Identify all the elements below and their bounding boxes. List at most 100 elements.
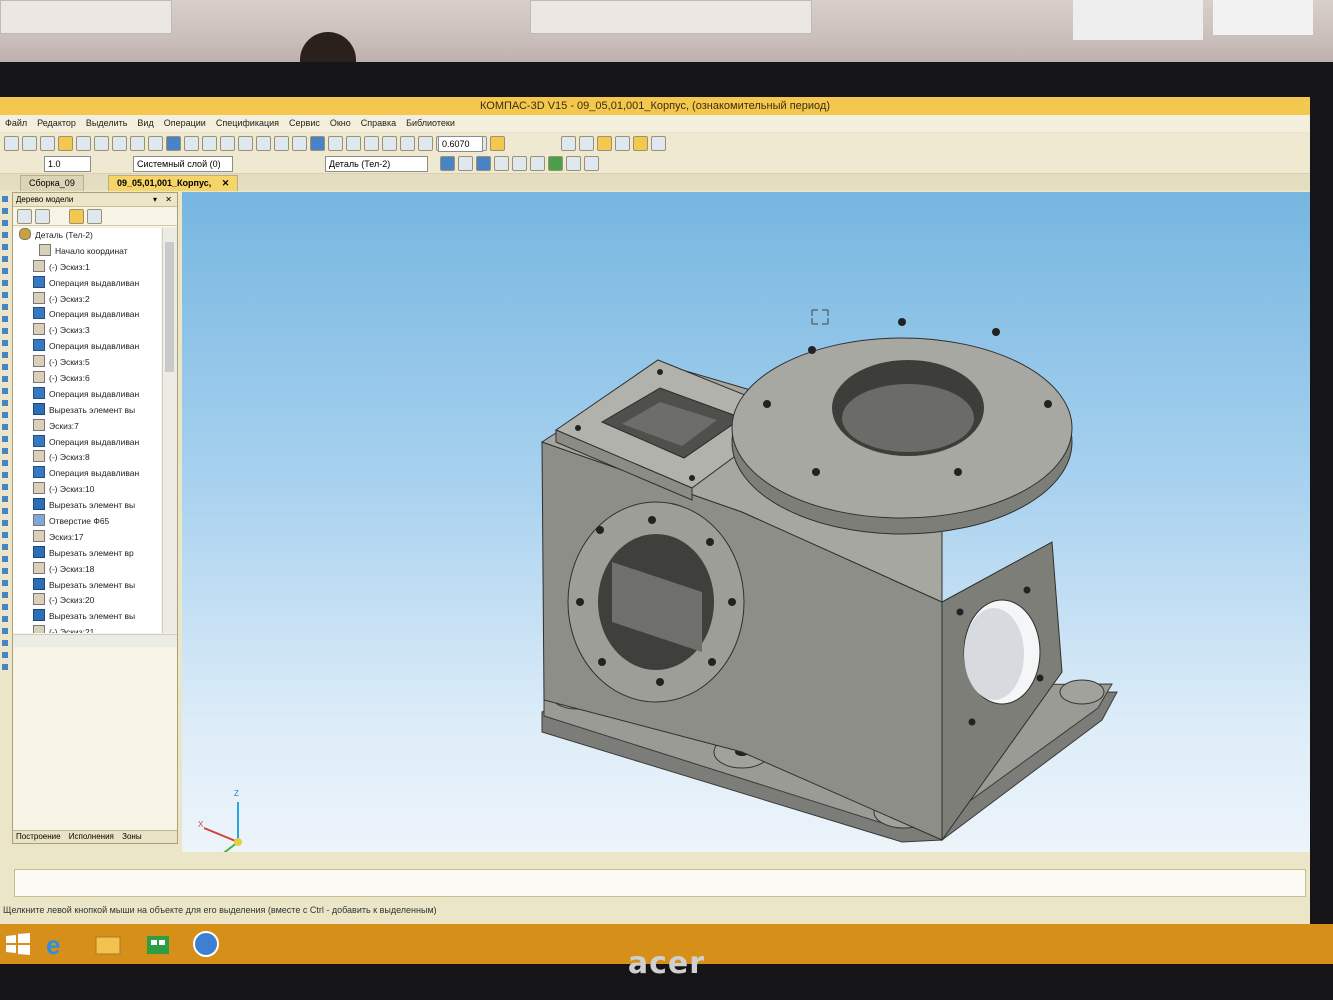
toolbar-button-icon[interactable] xyxy=(292,136,307,151)
toolbar-button-icon[interactable] xyxy=(476,156,491,171)
toolbar-button-icon[interactable] xyxy=(494,156,509,171)
compact-tool-icon[interactable] xyxy=(2,580,8,586)
compact-tool-icon[interactable] xyxy=(2,256,8,262)
toolbar-button-icon[interactable] xyxy=(633,136,648,151)
zoom-combo[interactable]: 0.6070 xyxy=(438,136,483,152)
compact-tool-icon[interactable] xyxy=(2,628,8,634)
tree-filter-icon[interactable] xyxy=(87,209,102,224)
compact-tool-icon[interactable] xyxy=(2,220,8,226)
toolbar-button-icon[interactable] xyxy=(166,136,181,151)
tab-zones[interactable]: Зоны xyxy=(122,832,141,841)
toolbar-button-icon[interactable] xyxy=(548,156,563,171)
scroll-thumb[interactable] xyxy=(165,242,174,372)
toolbar-button-icon[interactable] xyxy=(579,136,594,151)
menu-item[interactable]: Редактор xyxy=(37,118,76,128)
tree-node[interactable]: Операция выдавливан xyxy=(13,386,161,403)
compact-tool-icon[interactable] xyxy=(2,460,8,466)
compact-tool-icon[interactable] xyxy=(2,400,8,406)
toolbar-button-icon[interactable] xyxy=(418,136,433,151)
compact-tool-icon[interactable] xyxy=(2,616,8,622)
line-scale-combo[interactable]: 1.0 xyxy=(44,156,91,172)
toolbar-button-icon[interactable] xyxy=(4,136,19,151)
tree-node[interactable]: (-) Эскиз:20 xyxy=(13,593,161,609)
toolbar-button-icon[interactable] xyxy=(440,156,455,171)
toolbar-button-icon[interactable] xyxy=(130,136,145,151)
toolbar-button-icon[interactable] xyxy=(400,136,415,151)
tree-node[interactable]: (-) Эскиз:5 xyxy=(13,355,161,371)
tree-node[interactable]: (-) Эскиз:10 xyxy=(13,482,161,498)
tree-sort-icon[interactable] xyxy=(35,209,50,224)
toolbar-button-icon[interactable] xyxy=(310,136,325,151)
tree-view-icon[interactable] xyxy=(17,209,32,224)
compact-tool-icon[interactable] xyxy=(2,364,8,370)
toolbar-button-icon[interactable] xyxy=(148,136,163,151)
compact-tool-icon[interactable] xyxy=(2,532,8,538)
tree-node[interactable]: (-) Эскиз:3 xyxy=(13,323,161,339)
toolbar-button-icon[interactable] xyxy=(274,136,289,151)
compact-tool-icon[interactable] xyxy=(2,412,8,418)
tree-node[interactable]: Эскиз:17 xyxy=(13,529,161,546)
tree-node[interactable]: Деталь (Тел-2) xyxy=(13,228,161,244)
toolbar-button-icon[interactable] xyxy=(256,136,271,151)
compact-tool-icon[interactable] xyxy=(2,196,8,202)
menu-item[interactable]: Справка xyxy=(361,118,396,128)
tree-node[interactable]: Операция выдавливан xyxy=(13,434,161,451)
compact-tool-icon[interactable] xyxy=(2,376,8,382)
compact-tool-icon[interactable] xyxy=(2,496,8,502)
compact-tool-icon[interactable] xyxy=(2,664,8,670)
tree-node[interactable]: Операция выдавливан xyxy=(13,466,161,482)
pin-icon[interactable]: ▾ xyxy=(153,193,157,206)
compact-tool-icon[interactable] xyxy=(2,424,8,430)
compact-tool-icon[interactable] xyxy=(2,208,8,214)
part-combo[interactable]: Деталь (Тел-2) xyxy=(325,156,428,172)
close-icon[interactable]: ✕ xyxy=(165,193,172,206)
tree-node[interactable]: Операция выдавливан xyxy=(13,339,161,355)
toolbar-button-icon[interactable] xyxy=(566,156,581,171)
tree-node[interactable]: Операция выдавливан xyxy=(13,275,161,292)
toolbar-button-icon[interactable] xyxy=(458,156,473,171)
menu-item[interactable]: Выделить xyxy=(86,118,128,128)
tree-hscrollbar[interactable] xyxy=(13,634,177,647)
compact-tool-icon[interactable] xyxy=(2,328,8,334)
close-icon[interactable]: ✕ xyxy=(222,178,230,188)
tree-node[interactable]: Вырезать элемент вр xyxy=(13,545,161,562)
toolbar-button-icon[interactable] xyxy=(94,136,109,151)
compact-tool-icon[interactable] xyxy=(2,556,8,562)
tree-mode-icon[interactable] xyxy=(69,209,84,224)
toolbar-button-icon[interactable] xyxy=(184,136,199,151)
menu-item[interactable]: Спецификация xyxy=(216,118,279,128)
compact-tool-icon[interactable] xyxy=(2,244,8,250)
compact-tool-icon[interactable] xyxy=(2,280,8,286)
compact-tool-icon[interactable] xyxy=(2,292,8,298)
tree-node[interactable]: Вырезать элемент вы xyxy=(13,402,161,419)
compact-tool-icon[interactable] xyxy=(2,472,8,478)
toolbar-button-icon[interactable] xyxy=(615,136,630,151)
tab-build[interactable]: Построение xyxy=(16,832,61,841)
compact-tool-icon[interactable] xyxy=(2,268,8,274)
menu-item[interactable]: Библиотеки xyxy=(406,118,455,128)
compact-tool-icon[interactable] xyxy=(2,436,8,442)
compact-tool-icon[interactable] xyxy=(2,304,8,310)
tree-node[interactable]: (-) Эскиз:2 xyxy=(13,291,161,308)
toolbar-button-icon[interactable] xyxy=(346,136,361,151)
menu-item[interactable]: Окно xyxy=(330,118,351,128)
toolbar-button-icon[interactable] xyxy=(530,156,545,171)
tree-node[interactable]: Эскиз:7 xyxy=(13,418,161,435)
toolbar-button-icon[interactable] xyxy=(651,136,666,151)
tree-node[interactable]: Начало координат xyxy=(13,243,161,260)
compact-tool-icon[interactable] xyxy=(2,484,8,490)
menu-item[interactable]: Сервис xyxy=(289,118,320,128)
toolbar-button-icon[interactable] xyxy=(382,136,397,151)
compact-tool-icon[interactable] xyxy=(2,544,8,550)
tree-node[interactable]: Операция выдавливан xyxy=(13,307,161,323)
compact-tool-icon[interactable] xyxy=(2,604,8,610)
toolbar-button-icon[interactable] xyxy=(22,136,37,151)
tree-node[interactable]: (-) Эскиз:8 xyxy=(13,450,161,466)
tree-node[interactable]: (-) Эскиз:18 xyxy=(13,561,161,578)
toolbar-button-icon[interactable] xyxy=(40,136,55,151)
compact-tool-icon[interactable] xyxy=(2,340,8,346)
toolbar-button-icon[interactable] xyxy=(490,136,505,151)
tree-node[interactable]: (-) Эскиз:1 xyxy=(13,259,161,276)
tab-versions[interactable]: Исполнения xyxy=(69,832,114,841)
toolbar-button-icon[interactable] xyxy=(76,136,91,151)
